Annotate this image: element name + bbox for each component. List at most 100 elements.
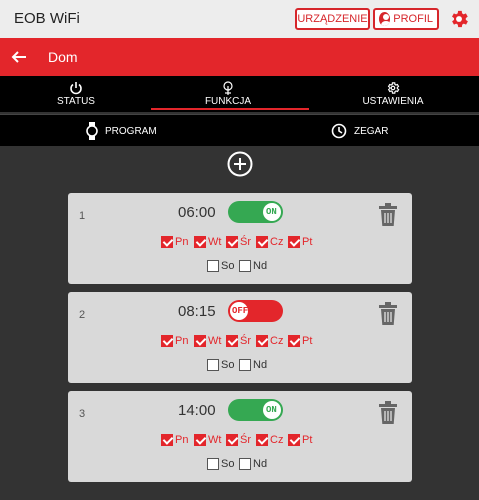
schedule-card: 2 08:15 OFF Pn Wt Śr Cz Pt So Nd: [68, 292, 412, 383]
schedule-card: 1 06:00 ON Pn Wt Śr Cz Pt So Nd: [68, 193, 412, 284]
checkbox[interactable]: [207, 359, 219, 371]
day-label: Cz: [270, 236, 284, 248]
tab-ustawienia-label: USTAWIENIA: [362, 96, 424, 107]
day-checkbox-sr[interactable]: Śr: [226, 235, 251, 249]
day-checkbox-sr[interactable]: Śr: [226, 433, 251, 447]
day-label: Śr: [240, 335, 251, 347]
day-label: So: [221, 359, 235, 371]
checkbox[interactable]: [256, 236, 268, 248]
tab-funkcja[interactable]: FUNKCJA: [151, 76, 309, 112]
checkbox[interactable]: [161, 335, 173, 347]
subtab-program[interactable]: PROGRAM: [86, 115, 157, 147]
checkbox[interactable]: [207, 260, 219, 272]
checkbox[interactable]: [194, 335, 206, 347]
trash-icon[interactable]: [378, 302, 398, 326]
schedule-time[interactable]: 06:00: [178, 204, 216, 221]
day-label: Nd: [253, 458, 268, 470]
profile-button[interactable]: PROFIL: [373, 8, 439, 30]
day-checkbox-cz[interactable]: Cz: [256, 433, 283, 447]
day-checkbox-wt[interactable]: Wt: [194, 235, 221, 249]
schedule-time[interactable]: 14:00: [178, 402, 216, 419]
day-checkbox-cz[interactable]: Cz: [256, 235, 283, 249]
day-checkbox-nd[interactable]: Nd: [239, 457, 267, 471]
trash-icon[interactable]: [378, 203, 398, 227]
day-label: Pn: [175, 434, 189, 446]
day-checkbox-nd[interactable]: Nd: [239, 259, 267, 273]
schedule-toggle[interactable]: ON: [228, 399, 283, 421]
schedule-time[interactable]: 08:15: [178, 303, 216, 320]
device-button[interactable]: URZĄDZENIE: [295, 8, 370, 30]
day-checkbox-nd[interactable]: Nd: [239, 358, 267, 372]
settings-gear-icon[interactable]: [448, 8, 470, 30]
schedule-number: 1: [79, 210, 86, 222]
day-checkbox-pn[interactable]: Pn: [161, 433, 188, 447]
toggle-label: ON: [266, 405, 277, 415]
main-tabs: STATUS FUNKCJA USTAWIENIA: [0, 76, 479, 112]
day-label: So: [221, 458, 235, 470]
checkbox[interactable]: [194, 434, 206, 446]
trash-icon[interactable]: [378, 401, 398, 425]
tab-status[interactable]: STATUS: [1, 76, 151, 112]
tab-status-label: STATUS: [57, 96, 95, 107]
day-label: Cz: [270, 434, 284, 446]
checkbox[interactable]: [226, 434, 238, 446]
day-checkbox-sr[interactable]: Śr: [226, 334, 251, 348]
checkbox[interactable]: [239, 260, 251, 272]
day-checkbox-so[interactable]: So: [207, 457, 234, 471]
toggle-label: OFF: [232, 306, 249, 316]
checkbox[interactable]: [239, 359, 251, 371]
add-schedule-button[interactable]: [227, 151, 253, 177]
checkbox[interactable]: [161, 434, 173, 446]
schedule-toggle[interactable]: OFF: [228, 300, 283, 322]
tree-icon: [223, 81, 233, 95]
top-bar: EOB WiFi URZĄDZENIE PROFIL: [0, 0, 479, 38]
checkbox[interactable]: [239, 458, 251, 470]
day-label: Śr: [240, 236, 251, 248]
day-checkbox-cz[interactable]: Cz: [256, 334, 283, 348]
tab-ustawienia[interactable]: USTAWIENIA: [318, 76, 468, 112]
day-label: Nd: [253, 260, 268, 272]
day-checkbox-so[interactable]: So: [207, 358, 234, 372]
day-label: Pn: [175, 335, 189, 347]
day-label: Pt: [302, 434, 313, 446]
day-label: Wt: [208, 236, 222, 248]
subtab-zegar[interactable]: ZEGAR: [331, 115, 388, 147]
day-checkbox-pt[interactable]: Pt: [288, 334, 312, 348]
subtab-program-label: PROGRAM: [105, 125, 157, 137]
checkbox[interactable]: [207, 458, 219, 470]
gear-icon: [387, 82, 400, 94]
checkbox[interactable]: [288, 434, 300, 446]
checkbox[interactable]: [288, 335, 300, 347]
day-checkbox-pt[interactable]: Pt: [288, 235, 312, 249]
day-checkbox-wt[interactable]: Wt: [194, 433, 221, 447]
clock-icon: [331, 123, 347, 139]
day-checkbox-pn[interactable]: Pn: [161, 235, 188, 249]
checkbox[interactable]: [256, 434, 268, 446]
device-button-label: URZĄDZENIE: [297, 13, 368, 25]
power-icon: [70, 82, 82, 95]
day-checkbox-pt[interactable]: Pt: [288, 433, 312, 447]
checkbox[interactable]: [226, 236, 238, 248]
day-label: Wt: [208, 434, 222, 446]
header-bar: Dom: [0, 38, 479, 76]
day-label: Pt: [302, 236, 313, 248]
schedule-toggle[interactable]: ON: [228, 201, 283, 223]
day-checkbox-so[interactable]: So: [207, 259, 234, 273]
page-title: Dom: [48, 49, 78, 65]
toggle-label: ON: [266, 207, 277, 217]
checkbox[interactable]: [256, 335, 268, 347]
day-checkbox-pn[interactable]: Pn: [161, 334, 188, 348]
day-label: Pt: [302, 335, 313, 347]
day-checkbox-wt[interactable]: Wt: [194, 334, 221, 348]
tab-funkcja-label: FUNKCJA: [204, 96, 252, 107]
day-label: So: [221, 260, 235, 272]
day-label: Pn: [175, 236, 189, 248]
checkbox[interactable]: [194, 236, 206, 248]
checkbox[interactable]: [288, 236, 300, 248]
sub-tabs: PROGRAM ZEGAR: [0, 114, 479, 146]
back-arrow-icon[interactable]: [10, 48, 28, 66]
day-label: Śr: [240, 434, 251, 446]
checkbox[interactable]: [161, 236, 173, 248]
checkbox[interactable]: [226, 335, 238, 347]
schedule-number: 3: [79, 408, 86, 420]
